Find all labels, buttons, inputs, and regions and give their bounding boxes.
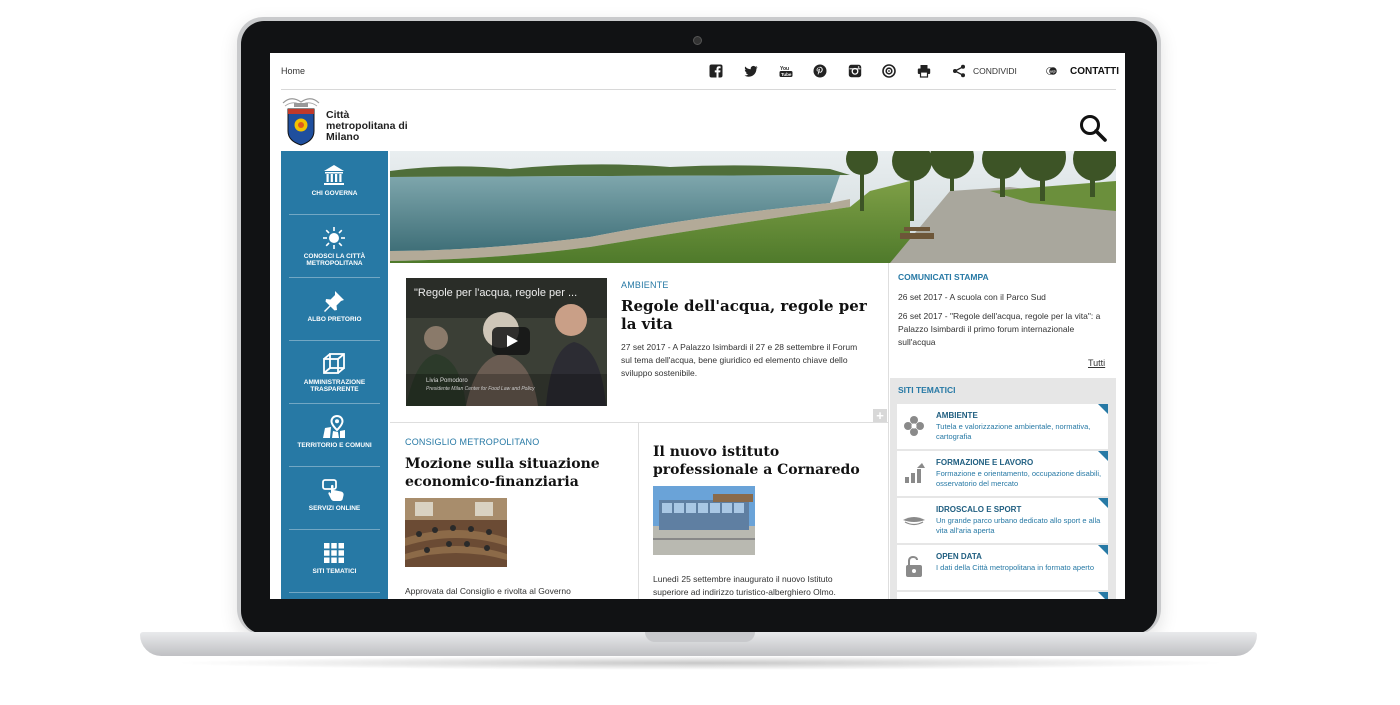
site-desc: I dati della Città metropolitana in form… xyxy=(936,563,1095,572)
divider xyxy=(888,263,889,599)
nav-item-siti-tematici[interactable]: SITI TEMATICI xyxy=(281,529,388,592)
site-item-partial[interactable] xyxy=(897,592,1108,599)
article-title[interactable]: Mozione sulla situazione economico-finan… xyxy=(405,455,630,491)
site-desc: Un grande parco urbano dedicato allo spo… xyxy=(936,516,1101,535)
site-item-ambiente[interactable]: AMBIENTE Tutela e valorizzazione ambient… xyxy=(897,404,1108,449)
site-name: IDROSCALO E SPORT xyxy=(936,505,1022,514)
site-item-open-data[interactable]: OPEN DATA I dati della Città metropolita… xyxy=(897,545,1108,590)
nav-label: ALBO PRETORIO xyxy=(307,316,362,323)
nav-item-amministrazione[interactable]: AMMINISTRAZIONE TRASPARENTE xyxy=(281,340,388,403)
browser-screen: Home You Tube CONDIVIDI urp CONTATTI Cit… xyxy=(270,53,1125,599)
svg-text:urp: urp xyxy=(1050,69,1055,73)
contact-link[interactable]: CONTATTI xyxy=(1070,66,1119,77)
print-icon[interactable] xyxy=(917,64,931,78)
nav-item-territorio[interactable]: TERRITORIO E COMUNI xyxy=(281,403,388,466)
article-category[interactable]: CONSIGLIO METROPOLITANO xyxy=(405,437,539,447)
nav-item-albo-pretorio[interactable]: ALBO PRETORIO xyxy=(281,277,388,340)
lead-article: "Regole per l'acqua, regole per ... Livi… xyxy=(390,263,888,423)
site-name: OPEN DATA xyxy=(936,552,982,561)
nav-item-servizi-online[interactable]: SERVIZI ONLINE xyxy=(281,466,388,529)
open-lock-icon xyxy=(906,556,922,577)
nav-label: CONOSCI LA CITTÀ METROPOLITANA xyxy=(303,253,366,267)
plus-icon[interactable]: + xyxy=(873,409,887,423)
share-label[interactable]: CONDIVIDI xyxy=(973,66,1017,76)
school-photo[interactable] xyxy=(653,486,755,555)
hand-pointer-icon xyxy=(322,479,344,501)
sun-icon xyxy=(323,227,345,249)
divider xyxy=(281,89,1116,90)
flower-icon xyxy=(904,416,924,436)
flickr-icon[interactable] xyxy=(882,64,896,78)
search-icon[interactable] xyxy=(1078,113,1108,143)
nav-item-chi-governa[interactable]: CHI GOVERNA xyxy=(281,151,388,214)
news-card: CONSIGLIO METROPOLITANO Mozione sulla si… xyxy=(390,423,630,599)
nav-label: SITI TEMATICI xyxy=(312,568,357,575)
site-desc: Tutela e valorizzazione ambientale, norm… xyxy=(936,422,1091,441)
site-item-idroscalo[interactable]: IDROSCALO E SPORT Un grande parco urbano… xyxy=(897,498,1108,543)
play-button[interactable] xyxy=(492,327,530,355)
press-releases-box: COMUNICATI STAMPA 26 set 2017 - A scuola… xyxy=(890,263,1116,378)
site-logo-text: Città metropolitana di Milano xyxy=(326,109,408,143)
growth-chart-icon xyxy=(905,463,925,483)
webcam xyxy=(693,36,702,45)
nav-label: CHI GOVERNA xyxy=(311,190,358,197)
hero-banner-image xyxy=(390,151,1116,263)
site-logo[interactable]: Città metropolitana di Milano xyxy=(281,97,421,147)
article-summary: 27 set 2017 - A Palazzo Isimbardi il 27 … xyxy=(621,342,858,378)
institution-icon xyxy=(324,165,344,185)
share-icon[interactable] xyxy=(952,64,966,78)
facebook-icon[interactable] xyxy=(709,64,723,78)
youtube-icon[interactable]: You Tube xyxy=(779,64,793,78)
site-item-formazione[interactable]: FORMAZIONE E LAVORO Formazione e orienta… xyxy=(897,451,1108,496)
press-heading[interactable]: COMUNICATI STAMPA xyxy=(898,272,989,282)
site-name: AMBIENTE xyxy=(936,411,978,420)
video-caption: Livia Pomodoro xyxy=(426,378,468,384)
nav-label: SERVIZI ONLINE xyxy=(308,505,361,512)
nav-label: AMMINISTRAZIONE TRASPARENTE xyxy=(303,379,366,393)
nav-label: TERRITORIO E COMUNI xyxy=(297,442,372,449)
article-category[interactable]: AMBIENTE xyxy=(621,280,669,290)
main-nav: CHI GOVERNA CONOSCI LA CITTÀ METROPOLITA… xyxy=(281,151,388,599)
nav-divider xyxy=(289,592,380,593)
top-bar: Home You Tube CONDIVIDI urp CONTATTI xyxy=(270,53,1125,89)
cube-icon xyxy=(323,353,345,374)
article-summary: Lunedì 25 settembre inaugurato il nuovo … xyxy=(653,574,836,597)
svg-text:Tube: Tube xyxy=(781,72,792,77)
sites-heading[interactable]: SITI TEMATICI xyxy=(898,385,955,395)
council-photo[interactable] xyxy=(405,498,507,567)
thematic-sites-box: SITI TEMATICI AMBIENTE Tutela e valorizz… xyxy=(890,378,1116,599)
article-summary: Approvata dal Consiglio e rivolta al Gov… xyxy=(405,586,571,596)
video-subcaption: Presidente Milan Center for Food Law and… xyxy=(426,386,535,392)
press-item[interactable]: 26 set 2017 - "Regole dell'acqua, regole… xyxy=(898,310,1110,349)
laptop-shadow xyxy=(170,656,1230,670)
press-item[interactable]: 26 set 2017 - A scuola con il Parco Sud xyxy=(898,291,1110,304)
breadcrumb-home[interactable]: Home xyxy=(281,66,305,76)
boat-icon xyxy=(903,517,925,526)
article-title[interactable]: Regole dell'acqua, regole per la vita xyxy=(621,297,873,333)
nav-item-conosci[interactable]: CONOSCI LA CITTÀ METROPOLITANA xyxy=(281,214,388,277)
grid-icon xyxy=(324,543,344,563)
site-name: FORMAZIONE E LAVORO xyxy=(936,458,1034,467)
site-desc: Formazione e orientamento, occupazione d… xyxy=(936,469,1102,488)
coat-of-arms-icon xyxy=(282,98,320,146)
laptop-notch xyxy=(645,632,755,642)
twitter-icon[interactable] xyxy=(744,64,758,78)
news-card: Il nuovo istituto professionale a Cornar… xyxy=(639,423,879,599)
video-title[interactable]: "Regole per l'acqua, regole per ... xyxy=(414,287,577,299)
instagram-icon[interactable] xyxy=(848,64,862,78)
pinterest-icon[interactable] xyxy=(813,64,827,78)
article-title[interactable]: Il nuovo istituto professionale a Cornar… xyxy=(653,443,878,479)
pin-icon xyxy=(324,291,344,312)
press-all-link[interactable]: Tutti xyxy=(1088,358,1105,368)
urp-contact-icon[interactable]: urp xyxy=(1039,61,1067,81)
map-marker-icon xyxy=(323,415,345,438)
video-player[interactable]: "Regole per l'acqua, regole per ... Livi… xyxy=(406,278,607,406)
